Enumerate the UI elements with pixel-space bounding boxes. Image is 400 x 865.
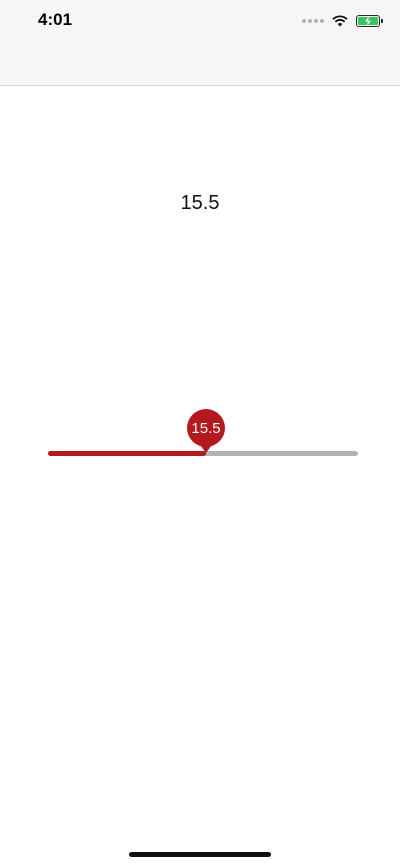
slider-track-fill: [48, 451, 206, 456]
cellular-signal-icon: [302, 19, 324, 23]
slider-thumb[interactable]: 15.5: [186, 408, 226, 454]
screen: 4:01 15.5 15.5: [0, 0, 400, 865]
value-slider[interactable]: 15.5: [48, 400, 358, 480]
navigation-bar: 4:01: [0, 0, 400, 86]
status-time: 4:01: [38, 10, 73, 29]
battery-charging-icon: [356, 15, 383, 27]
home-indicator[interactable]: [129, 852, 271, 857]
slider-thumb-label: 15.5: [191, 420, 221, 437]
slider-value-text: 15.5: [180, 192, 220, 214]
status-icons: [302, 12, 383, 30]
wifi-icon: [332, 15, 348, 27]
